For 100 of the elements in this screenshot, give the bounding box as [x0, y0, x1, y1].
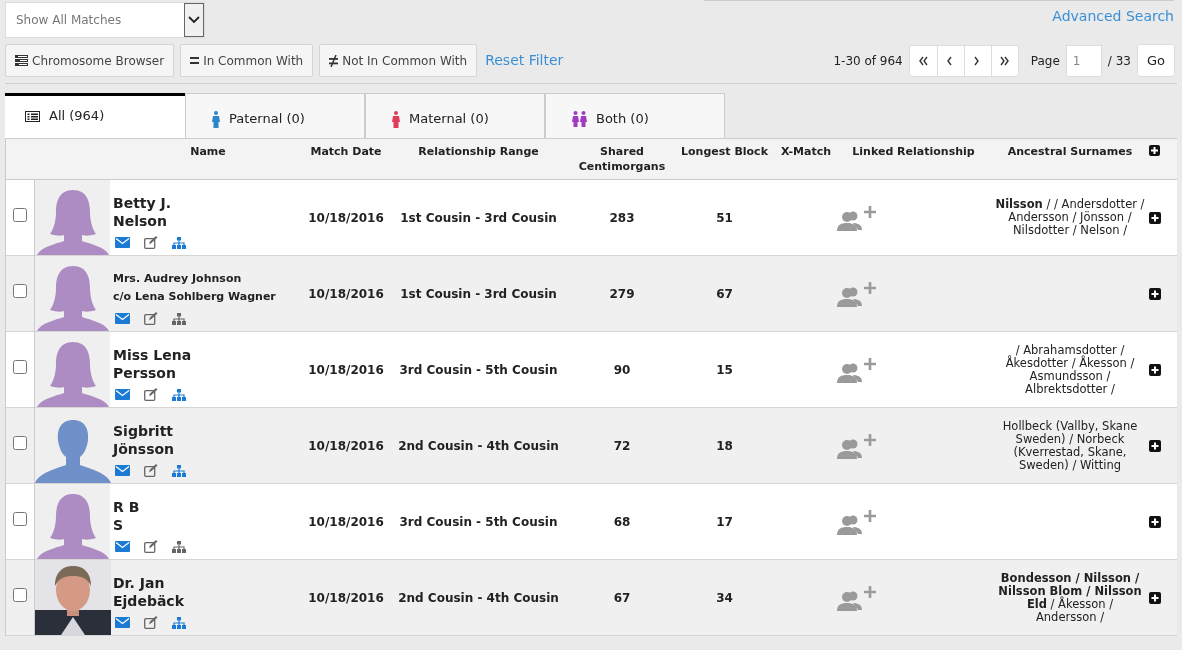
chevron-icon: [999, 54, 1011, 67]
member-name[interactable]: Miss Lena: [113, 346, 306, 364]
expand-icon[interactable]: [1149, 145, 1160, 156]
expand-icon[interactable]: [1149, 363, 1161, 376]
member-name[interactable]: Mrs. Audrey Johnson: [113, 270, 306, 288]
table-cell: 3rd Cousin - 5th Cousin: [399, 362, 558, 377]
add-relationship-icon[interactable]: [836, 431, 876, 460]
row-checkbox[interactable]: [12, 512, 27, 526]
table-cell: 1st Cousin - 3rd Cousin: [400, 210, 557, 225]
table-cell: 10/18/2016: [308, 210, 384, 225]
table-cell: 10/18/2016: [308, 590, 384, 605]
family-tree-icon[interactable]: [172, 540, 186, 553]
column-header: Relationship Range: [418, 145, 539, 158]
expand-icon[interactable]: [1149, 591, 1161, 604]
chevron-icon: [917, 54, 929, 67]
edit-icon[interactable]: [144, 388, 158, 401]
column-header: Match Date: [310, 145, 382, 158]
expand-icon[interactable]: [1149, 439, 1161, 452]
member-name[interactable]: Nelson: [113, 212, 306, 230]
envelope-icon[interactable]: [115, 541, 130, 552]
edit-icon[interactable]: [144, 540, 158, 553]
notequal-button[interactable]: Not In Common With: [319, 44, 478, 77]
row-checkbox[interactable]: [12, 284, 27, 298]
add-relationship-icon[interactable]: [836, 203, 876, 232]
couple-icon: [572, 111, 587, 127]
list-icon: [15, 55, 28, 66]
row-checkbox[interactable]: [12, 436, 27, 450]
expand-icon[interactable]: [1149, 211, 1161, 224]
member-name[interactable]: Sigbritt: [113, 422, 306, 440]
table-cell: 10/18/2016: [308, 362, 384, 377]
page-total: / 33: [1107, 52, 1131, 70]
expand-icon[interactable]: [1149, 515, 1161, 528]
member-name[interactable]: Ejdebäck: [113, 592, 306, 610]
table-cell: 10/18/2016: [308, 514, 384, 529]
table-cell: 10/18/2016: [308, 438, 384, 453]
table-cell: 15: [716, 362, 733, 377]
table-cell: 34: [716, 590, 733, 605]
table-cell: 17: [716, 514, 733, 529]
expand-icon[interactable]: [1149, 287, 1161, 300]
match-filter-dropdown[interactable]: Show All Matches: [5, 2, 205, 38]
column-header: Name: [190, 145, 226, 158]
add-relationship-icon[interactable]: [836, 279, 876, 308]
tab[interactable]: Maternal (0): [365, 93, 545, 138]
ancestral-surnames: / Abrahamsdotter / Åkesdotter / Åkesson / Asmundsson / Albrektsdotter /: [1005, 342, 1135, 396]
family-tree-icon[interactable]: [172, 236, 186, 249]
member-name[interactable]: S: [113, 516, 306, 534]
add-relationship-icon[interactable]: [836, 355, 876, 384]
envelope-icon[interactable]: [115, 313, 130, 324]
member-name[interactable]: R B: [113, 498, 306, 516]
add-relationship-icon[interactable]: [836, 583, 876, 612]
female-figure-icon: [392, 110, 400, 128]
caret-icon: [188, 16, 200, 24]
envelope-icon[interactable]: [115, 389, 130, 400]
row-checkbox[interactable]: [12, 360, 27, 374]
chromosome-button[interactable]: Chromosome Browser: [5, 44, 175, 77]
tab[interactable]: Both (0): [545, 93, 725, 138]
not-equal-icon: [329, 54, 339, 67]
edit-icon[interactable]: [144, 236, 158, 249]
tab[interactable]: Paternal (0): [185, 93, 365, 138]
member-name[interactable]: Betty J.: [113, 194, 306, 212]
family-tree-icon[interactable]: [172, 616, 186, 629]
envelope-icon[interactable]: [115, 617, 130, 628]
result-range: 1-30 of 964: [833, 52, 903, 70]
table-cell: 72: [613, 438, 631, 453]
column-header: Longest Block: [681, 145, 768, 158]
table-cell: 279: [609, 286, 635, 301]
table-cell: 1st Cousin - 3rd Cousin: [400, 286, 557, 301]
table-cell: 67: [613, 590, 631, 605]
table-cell: 10/18/2016: [308, 286, 384, 301]
add-relationship-icon[interactable]: [836, 507, 876, 536]
member-name[interactable]: Dr. Jan: [113, 574, 306, 592]
edit-icon[interactable]: [144, 464, 158, 477]
edit-icon[interactable]: [144, 312, 158, 325]
column-header: Shared Centimorgans: [578, 145, 666, 173]
family-tree-icon[interactable]: [172, 464, 186, 477]
family-tree-icon[interactable]: [172, 312, 186, 325]
member-name[interactable]: Persson: [113, 364, 306, 382]
envelope-icon[interactable]: [115, 465, 130, 476]
envelope-icon[interactable]: [115, 237, 130, 248]
page-label: Page: [1030, 52, 1060, 70]
table-cell: 90: [613, 362, 631, 377]
list-icon: [25, 110, 40, 122]
row-checkbox[interactable]: [12, 588, 27, 602]
row-checkbox[interactable]: [12, 208, 27, 222]
table-cell: 283: [609, 210, 635, 225]
go-button[interactable]: Go: [1136, 44, 1175, 77]
column-header: X-Match: [780, 145, 832, 158]
member-name[interactable]: Jönsson: [113, 440, 306, 458]
equal-button[interactable]: In Common With: [180, 44, 314, 77]
tab[interactable]: All (964): [5, 93, 185, 138]
family-tree-icon[interactable]: [172, 388, 186, 401]
page-number-field[interactable]: 1: [1065, 44, 1102, 77]
ancestral-surnames: Bondesson / Nilsson / Nilsson Blom / Nilsson Eld / Åkesson / Andersson /: [998, 570, 1142, 624]
column-header: Ancestral Surnames: [1007, 145, 1133, 158]
edit-icon[interactable]: [144, 616, 158, 629]
ancestral-surnames: Nilsson / / Andersdotter / Andersson / Jönsson / Nilsdotter / Nelson /: [995, 197, 1145, 237]
member-name[interactable]: c/o Lena Sohlberg Wagner: [113, 288, 306, 306]
table-cell: 67: [716, 286, 733, 301]
table-cell: 68: [613, 514, 631, 529]
table-cell: 2nd Cousin - 4th Cousin: [398, 438, 559, 453]
